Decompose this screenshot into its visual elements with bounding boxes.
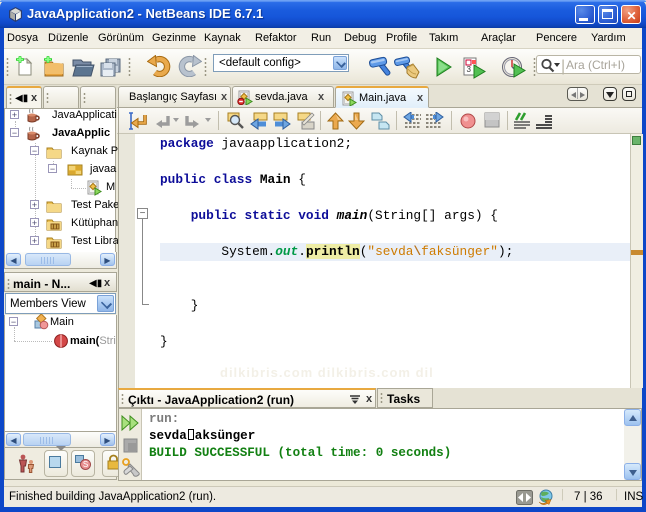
svg-text:3: 3	[467, 65, 472, 74]
